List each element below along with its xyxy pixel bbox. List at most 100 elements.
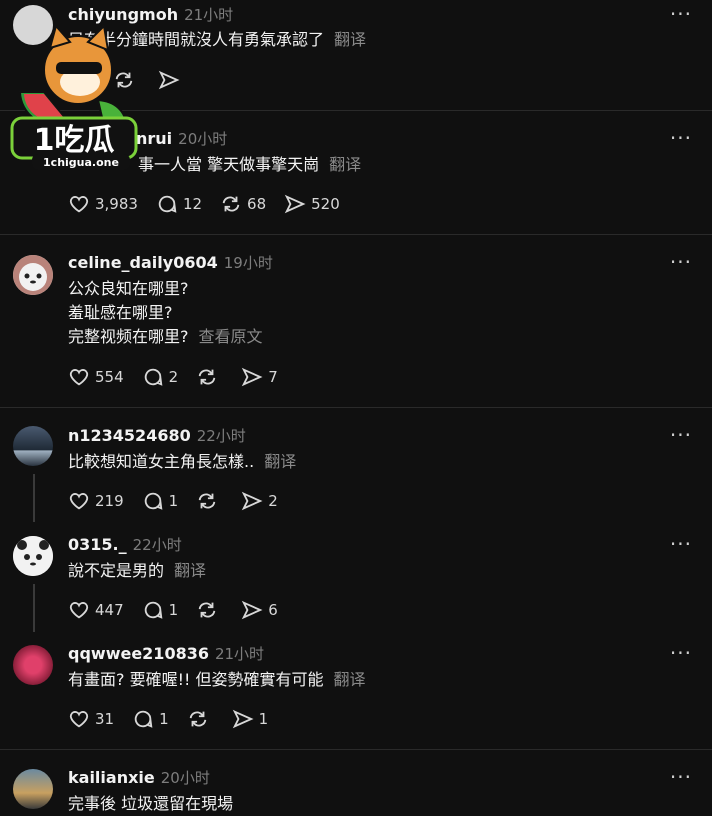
username[interactable]: n1234524680 <box>68 426 191 445</box>
share-button[interactable]: 6 <box>241 599 278 621</box>
reply-button[interactable]: 12 <box>156 193 202 215</box>
reply-button[interactable]: 1 <box>142 599 179 621</box>
repost-icon <box>189 711 206 727</box>
avatar[interactable] <box>13 426 53 466</box>
username[interactable]: kailianxie <box>68 768 155 787</box>
send-icon <box>232 709 254 729</box>
more-options-icon[interactable]: ··· <box>670 250 692 274</box>
post-text: 事一人當 擎天做事擎天崗 <box>138 155 320 174</box>
timestamp: 22小时 <box>132 536 182 554</box>
reply-button[interactable]: 2 <box>142 366 178 388</box>
repost-button[interactable]: 68 <box>220 193 266 215</box>
post-text-line: 公众良知在哪里? <box>68 279 189 298</box>
like-count: 31 <box>95 710 115 728</box>
translate-link[interactable]: 翻译 <box>334 670 366 689</box>
share-count: 1 <box>258 710 269 728</box>
action-bar: 554 2 7 <box>68 366 296 388</box>
thread-line <box>33 584 35 632</box>
send-icon <box>241 600 263 620</box>
comment-icon <box>134 710 153 728</box>
share-button[interactable]: 1 <box>232 708 269 730</box>
reply-button[interactable]: 1 <box>142 490 178 512</box>
post-text-line: 完整视频在哪里? <box>68 327 189 346</box>
like-count: 447 <box>95 601 124 619</box>
repost-count: 68 <box>247 195 267 213</box>
share-count: 2 <box>268 492 278 510</box>
post-text: 有畫面? 要確喔!! 但姿勢確實有可能 <box>68 670 324 689</box>
panda-avatar-icon <box>13 536 53 576</box>
username[interactable]: celine_daily0604 <box>68 253 218 272</box>
repost-icon <box>198 493 216 509</box>
comment-icon <box>144 492 162 510</box>
send-icon <box>284 194 306 214</box>
timestamp: 20小时 <box>178 130 228 148</box>
like-button[interactable]: 3,983 <box>68 193 138 215</box>
more-options-icon[interactable]: ··· <box>670 765 692 789</box>
timestamp: 21小时 <box>184 6 234 24</box>
repost-button[interactable] <box>196 366 223 388</box>
repost-button[interactable] <box>196 599 223 621</box>
post-text: 完事後 垃圾還留在現場 <box>68 794 234 813</box>
like-count: 554 <box>95 368 124 386</box>
divider <box>0 749 712 750</box>
logo-url-text: 1chigua.one <box>43 156 119 169</box>
send-icon <box>241 367 263 387</box>
repost-button[interactable] <box>196 490 223 512</box>
more-options-icon[interactable]: ··· <box>670 423 692 447</box>
more-options-icon[interactable]: ··· <box>670 126 692 150</box>
timestamp: 22小时 <box>196 427 246 445</box>
heart-icon <box>69 369 89 386</box>
share-count: 7 <box>268 368 278 386</box>
translate-link[interactable]: 翻译 <box>264 452 296 471</box>
translate-link[interactable]: 翻译 <box>329 155 361 174</box>
panda-avatar-icon <box>13 255 53 295</box>
reply-count: 1 <box>168 601 179 619</box>
like-button[interactable]: 554 <box>68 366 124 388</box>
avatar[interactable] <box>13 769 53 809</box>
share-count: 520 <box>311 195 340 213</box>
heart-icon <box>69 602 89 619</box>
logo-brand-text: 1吃瓜 <box>34 123 115 158</box>
comment-icon <box>158 195 177 213</box>
timestamp: 21小时 <box>214 645 265 663</box>
like-count: 3,983 <box>95 195 138 213</box>
avatar[interactable] <box>13 255 53 295</box>
shiba-watermelon-logo-icon: 1吃瓜 1chigua.one <box>10 23 138 170</box>
username[interactable]: 0315._ <box>68 535 127 554</box>
reply-button[interactable]: 1 <box>132 708 169 730</box>
like-button[interactable]: 447 <box>68 599 124 621</box>
heart-icon <box>69 493 89 510</box>
like-button[interactable]: 219 <box>68 490 124 512</box>
divider <box>0 234 712 235</box>
translate-link[interactable]: 翻译 <box>334 30 366 49</box>
post-text: 說不定是男的 <box>68 561 165 580</box>
view-original-link[interactable]: 查看原文 <box>199 327 263 346</box>
like-button[interactable]: 31 <box>68 708 114 730</box>
more-options-icon[interactable]: ··· <box>670 2 692 26</box>
send-icon <box>241 491 263 511</box>
repost-button[interactable] <box>187 708 214 730</box>
share-button[interactable]: 2 <box>241 490 278 512</box>
watermark-logo: 1吃瓜 1chigua.one <box>8 22 140 172</box>
repost-icon <box>222 196 240 212</box>
avatar[interactable] <box>13 536 53 576</box>
username[interactable]: qqwwee210836 <box>68 644 209 663</box>
thread-line <box>33 474 35 522</box>
translate-link[interactable]: 翻译 <box>174 561 206 580</box>
repost-icon <box>198 602 216 618</box>
like-count: 219 <box>95 492 124 510</box>
share-button[interactable]: 7 <box>241 366 278 388</box>
action-bar: 447 1 6 <box>68 599 296 621</box>
share-button[interactable]: 520 <box>284 193 340 215</box>
avatar[interactable] <box>13 645 53 685</box>
heart-icon <box>69 196 89 213</box>
share-button[interactable] <box>158 69 185 91</box>
post-text-line: 羞耻感在哪里? <box>68 303 173 322</box>
more-options-icon[interactable]: ··· <box>670 641 692 665</box>
username[interactable]: nrui <box>136 129 172 148</box>
reply-count: 12 <box>182 195 203 213</box>
repost-icon <box>198 369 216 385</box>
post-text: 比較想知道女主角長怎樣.. <box>68 452 255 471</box>
reply-count: 1 <box>159 710 169 728</box>
more-options-icon[interactable]: ··· <box>670 532 692 556</box>
